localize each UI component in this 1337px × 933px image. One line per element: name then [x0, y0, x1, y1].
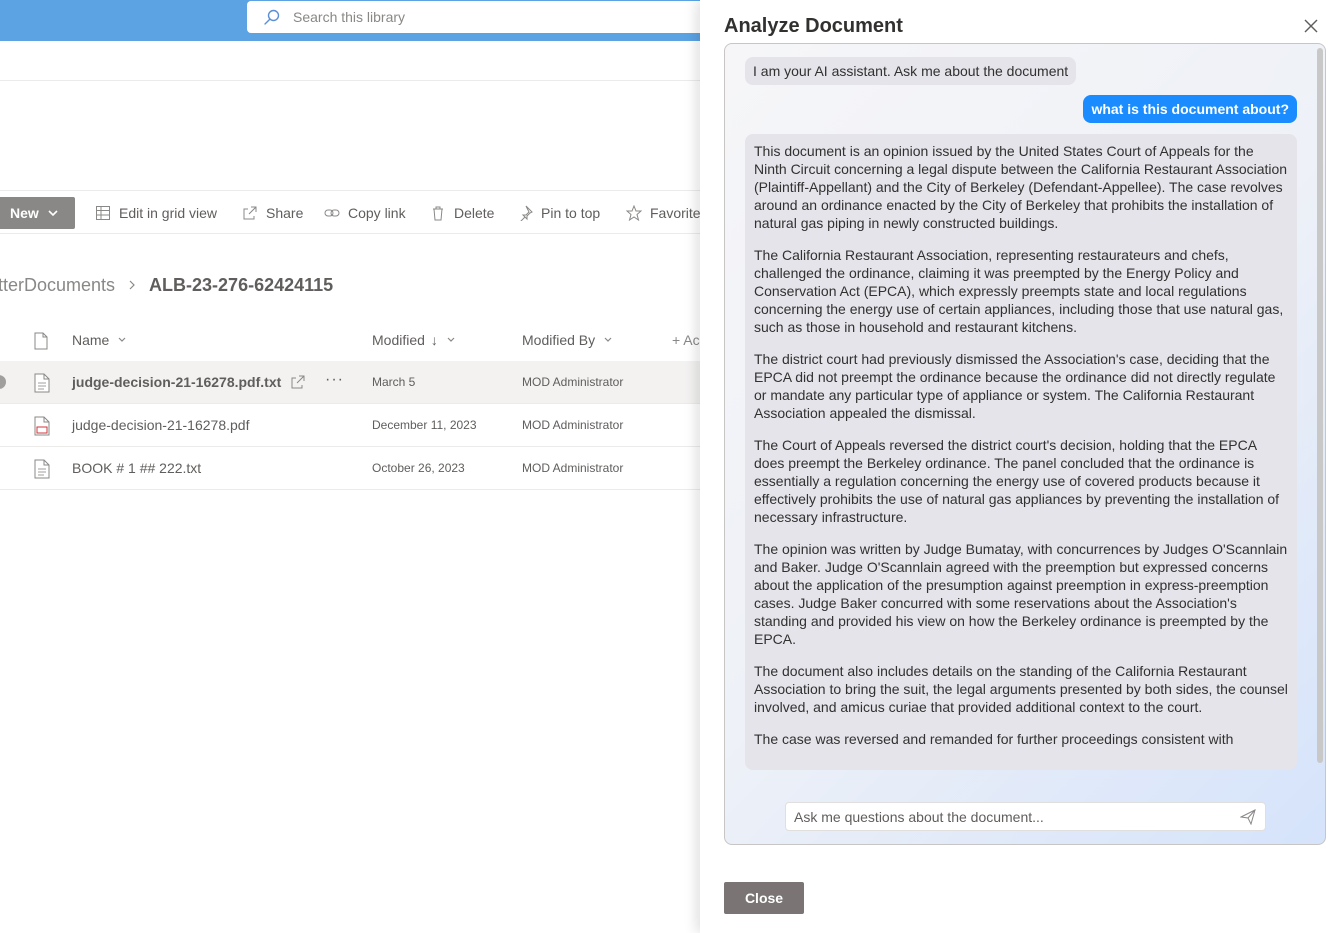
favorite-button[interactable]: Favorite [626, 197, 701, 229]
trash-icon [433, 206, 443, 221]
chat-messages[interactable]: I am your AI assistant. Ask me about the… [745, 54, 1297, 790]
list-header: Name Modified ↓ Modified By + Ac [0, 322, 700, 360]
command-bar: New Edit in grid view Share Copy link De… [0, 190, 701, 234]
file-name-link[interactable]: judge-decision-21-16278.pdf.txt [72, 374, 281, 390]
star-icon [626, 205, 642, 221]
share-icon[interactable] [290, 374, 306, 390]
assistant-answer-message: This document is an opinion issued by th… [745, 134, 1297, 770]
pin-icon [520, 205, 533, 221]
breadcrumb-current: ALB-23-276-62424115 [149, 274, 334, 295]
share-button[interactable]: Share [242, 197, 303, 229]
close-icon[interactable] [1303, 18, 1319, 34]
delete-label: Delete [454, 205, 495, 221]
new-button-label: New [10, 205, 39, 221]
text-file-icon [34, 459, 50, 479]
answer-paragraph: The California Restaurant Association, r… [754, 247, 1284, 335]
scrollbar-thumb[interactable] [1317, 48, 1323, 763]
link-icon [324, 209, 340, 217]
modified-date: March 5 [372, 375, 416, 389]
modified-by[interactable]: MOD Administrator [522, 418, 623, 432]
table-row[interactable]: judge-decision-21-16278.pdf.txt ··· Marc… [0, 361, 700, 404]
answer-paragraph: The Court of Appeals reversed the distri… [754, 437, 1280, 525]
edit-grid-view-label: Edit in grid view [119, 205, 218, 221]
table-row[interactable]: BOOK # 1 ## 222.txt October 26, 2023 MOD… [0, 447, 700, 490]
share-icon [243, 206, 257, 220]
modified-by[interactable]: MOD Administrator [522, 375, 623, 389]
edit-grid-view-button[interactable]: Edit in grid view [95, 197, 217, 229]
pdf-file-icon [34, 416, 50, 436]
search-icon [263, 8, 281, 26]
add-column-button[interactable]: + Ac [672, 332, 700, 348]
chevron-down-icon [48, 210, 58, 217]
chevron-down-icon [118, 337, 126, 342]
pin-to-top-label: Pin to top [541, 205, 601, 221]
table-row[interactable]: judge-decision-21-16278.pdf December 11,… [0, 404, 700, 447]
new-button[interactable]: New [0, 197, 75, 229]
modified-date: December 11, 2023 [372, 418, 477, 432]
row-select-radio[interactable] [0, 375, 6, 389]
chevron-down-icon [604, 337, 612, 342]
assistant-greeting-message: I am your AI assistant. Ask me about the… [745, 57, 1077, 85]
chat-container: I am your AI assistant. Ask me about the… [724, 43, 1326, 845]
grid-icon [96, 206, 110, 220]
column-name-label: Name [72, 332, 110, 348]
search-box[interactable] [247, 1, 707, 33]
send-icon[interactable] [1240, 809, 1256, 825]
modified-by[interactable]: MOD Administrator [522, 461, 623, 475]
column-modified[interactable]: Modified ↓ [372, 332, 456, 348]
pin-to-top-button[interactable]: Pin to top [517, 197, 600, 229]
answer-paragraph: The district court had previously dismis… [754, 351, 1276, 421]
user-message: what is this document about? [1083, 95, 1297, 123]
file-name-link[interactable]: judge-decision-21-16278.pdf [72, 417, 249, 433]
answer-paragraph: The opinion was written by Judge Bumatay… [754, 541, 1288, 647]
breadcrumb-parent[interactable]: tterDocuments [0, 275, 115, 296]
sort-arrow-icon: ↓ [430, 332, 438, 348]
column-modified-label: Modified [372, 332, 425, 348]
column-modified-by-label: Modified By [522, 332, 596, 348]
file-type-icon[interactable] [33, 332, 49, 350]
file-name-link[interactable]: BOOK # 1 ## 222.txt [72, 460, 201, 476]
answer-paragraph: This document is an opinion issued by th… [754, 143, 1288, 231]
column-modified-by[interactable]: Modified By [522, 332, 613, 348]
copy-link-label: Copy link [348, 205, 406, 221]
add-column-label: + Ac [672, 332, 700, 348]
column-name[interactable]: Name [72, 332, 127, 348]
delete-button[interactable]: Delete [430, 197, 494, 229]
ask-question-input[interactable] [794, 808, 1224, 825]
chat-scrollbar[interactable] [1316, 48, 1324, 838]
breadcrumb: tterDocuments ALB-23-276-62424115 [0, 272, 333, 298]
analyze-document-panel: Analyze Document I am your AI assistant.… [700, 0, 1337, 933]
chevron-down-icon [447, 337, 455, 342]
text-file-icon [34, 373, 50, 393]
more-actions-button[interactable]: ··· [325, 371, 344, 389]
share-label: Share [266, 205, 304, 221]
copy-link-button[interactable]: Copy link [324, 197, 406, 229]
header-divider [0, 80, 700, 81]
panel-title: Analyze Document [724, 15, 903, 37]
ask-question-box[interactable] [785, 802, 1266, 831]
answer-paragraph: The document also includes details on th… [754, 663, 1288, 715]
search-input[interactable] [293, 9, 673, 25]
favorite-label: Favorite [650, 205, 701, 221]
close-button[interactable]: Close [724, 882, 804, 914]
suite-header [0, 0, 707, 41]
answer-paragraph: The case was reversed and remanded for f… [754, 731, 1234, 747]
modified-date: October 26, 2023 [372, 461, 465, 475]
chevron-right-icon [129, 280, 135, 290]
